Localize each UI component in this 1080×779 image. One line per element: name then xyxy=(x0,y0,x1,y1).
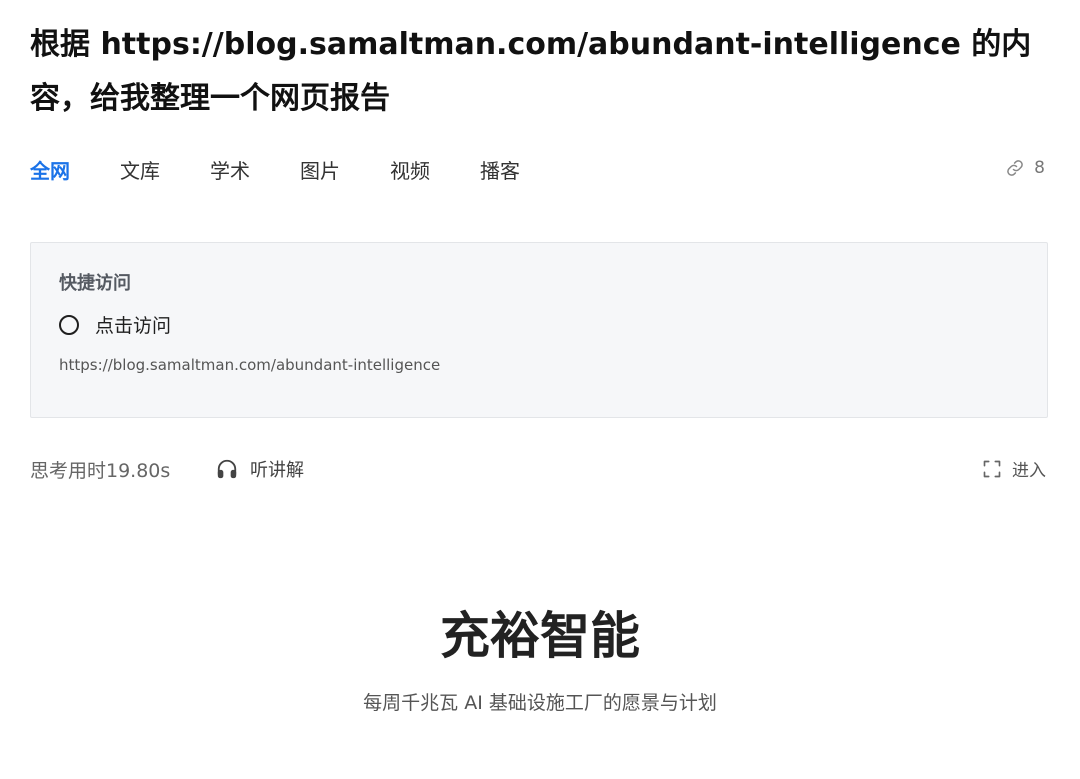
sources-count-button[interactable]: 8 xyxy=(1006,158,1045,178)
fullscreen-icon xyxy=(983,460,1001,477)
tab-images[interactable]: 图片 xyxy=(300,154,340,188)
report-title: 充裕智能 xyxy=(440,607,640,665)
sources-count: 8 xyxy=(1034,158,1045,178)
tab-all-web[interactable]: 全网 xyxy=(30,154,70,188)
enter-label: 进入 xyxy=(1012,461,1046,481)
search-tabs: 全网 文库 学术 图片 视频 播客 xyxy=(30,154,570,188)
enter-fullscreen-button[interactable]: 进入 xyxy=(982,456,1046,481)
tab-academic[interactable]: 学术 xyxy=(210,154,250,188)
status-row: 思考用时19.80s 听讲解 进入 xyxy=(30,452,1046,486)
page: 根据 https://blog.samaltman.com/abundant-i… xyxy=(0,0,1080,779)
quick-access-url[interactable]: https://blog.samaltman.com/abundant-inte… xyxy=(59,356,440,374)
listen-button[interactable]: 听讲解 xyxy=(216,456,304,482)
visit-link-label: 点击访问 xyxy=(95,315,172,337)
quick-access-card: 快捷访问 点击访问 https://blog.samaltman.com/abu… xyxy=(30,242,1048,418)
circle-icon xyxy=(59,314,79,335)
tab-videos[interactable]: 视频 xyxy=(390,154,430,188)
thinking-time: 思考用时19.80s xyxy=(30,460,171,482)
query-title: 根据 https://blog.samaltman.com/abundant-i… xyxy=(30,27,1032,116)
visit-link-button[interactable]: 点击访问 xyxy=(59,311,171,338)
link-icon xyxy=(1007,160,1024,176)
tab-library[interactable]: 文库 xyxy=(120,154,160,188)
quick-access-title: 快捷访问 xyxy=(59,273,131,294)
tab-podcasts[interactable]: 播客 xyxy=(480,154,520,188)
headphones-icon xyxy=(217,459,237,479)
listen-label: 听讲解 xyxy=(250,460,304,481)
report-subtitle: 每周千兆瓦 AI 基础设施工厂的愿景与计划 xyxy=(363,692,717,714)
